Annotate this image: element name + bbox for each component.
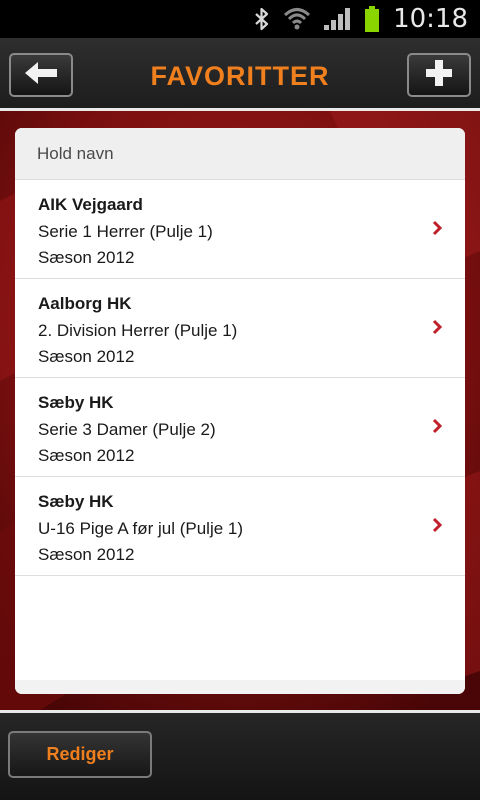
list-item[interactable]: Sæby HK U-16 Pige A før jul (Pulje 1) Sæ… [15,477,465,576]
list-item[interactable]: Sæby HK Serie 3 Damer (Pulje 2) Sæson 20… [15,378,465,477]
edit-button[interactable]: Rediger [8,731,152,778]
chevron-right-icon [431,319,443,340]
chevron-right-icon [431,418,443,439]
list-item[interactable]: AIK Vejgaard Serie 1 Herrer (Pulje 1) Sæ… [15,180,465,279]
plus-icon [426,59,452,91]
team-name: Sæby HK [38,492,114,511]
chevron-right-icon [431,220,443,241]
season-label: Sæson 2012 [38,347,135,366]
league-name: Serie 3 Damer (Pulje 2) [38,419,216,439]
status-bar: 10:18 [0,0,480,38]
signal-icon [323,7,351,31]
content-area: Hold navn AIK Vejgaard Serie 1 Herrer (P… [0,111,480,710]
season-label: Sæson 2012 [38,248,135,267]
team-name: Aalborg HK [38,294,132,313]
list-header: Hold navn [15,128,465,180]
bluetooth-icon [253,7,271,31]
league-name: U-16 Pige A før jul (Pulje 1) [38,518,244,538]
season-label: Sæson 2012 [38,446,135,465]
add-favorite-button[interactable] [407,53,471,97]
league-name: Serie 1 Herrer (Pulje 1) [38,221,213,241]
favorites-list: Hold navn AIK Vejgaard Serie 1 Herrer (P… [15,128,465,694]
list-footer [15,680,465,694]
title-bar: FAVORITTER [0,38,480,110]
wifi-icon [283,6,311,32]
chevron-right-icon [431,517,443,538]
season-label: Sæson 2012 [38,545,135,564]
league-name: 2. Division Herrer (Pulje 1) [38,320,238,340]
team-name: Sæby HK [38,393,114,412]
status-clock: 10:18 [393,4,468,34]
bottom-toolbar: Rediger [0,713,480,800]
list-item[interactable]: Aalborg HK 2. Division Herrer (Pulje 1) … [15,279,465,378]
team-name: AIK Vejgaard [38,195,143,214]
battery-icon [363,5,381,33]
